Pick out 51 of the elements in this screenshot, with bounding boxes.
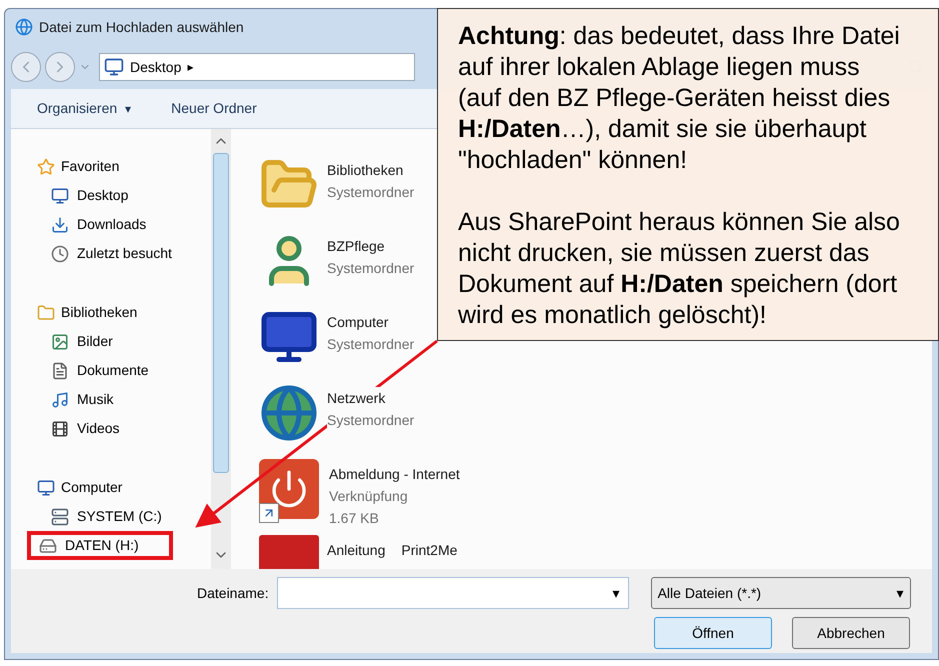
browser-logo-icon	[15, 18, 33, 36]
star-icon	[37, 158, 55, 176]
nav-group[interactable]: Computer	[37, 473, 211, 502]
nav-item[interactable]: SYSTEM (C:)	[37, 502, 211, 531]
dialog-button[interactable]: Öffnen	[654, 617, 772, 649]
back-button[interactable]	[11, 52, 41, 82]
file-detail: Systemordner	[327, 409, 414, 431]
nav-item[interactable]: Dokumente	[37, 356, 211, 385]
nav-item[interactable]: DATEN (H:)	[27, 531, 173, 560]
music-note-icon	[51, 390, 69, 408]
dialog-button[interactable]: Abbrechen	[792, 617, 910, 649]
monitor-icon	[104, 57, 124, 77]
file-name: Netzwerk	[327, 387, 386, 409]
drive-icon	[39, 536, 57, 554]
window-title: Datei zum Hochladen auswählen	[39, 18, 244, 36]
file-item[interactable]: Abmeldung - Internet Verknüpfung 1.67 KB	[259, 459, 460, 523]
download-icon	[51, 216, 69, 234]
nav-item[interactable]: Musik	[37, 385, 211, 414]
address-field[interactable]: Desktop ▸	[99, 53, 415, 81]
filetype-dropdown[interactable]: Alle Dateien (*.*) ▾	[650, 577, 911, 609]
file-item[interactable]: Computer Systemordner	[259, 307, 414, 371]
nav-item[interactable]: Desktop	[37, 181, 211, 210]
nav-scrollbar[interactable]	[211, 129, 231, 569]
file-item[interactable]: Netzwerk Systemordner	[259, 383, 414, 447]
filename-label: Dateiname:	[197, 584, 269, 602]
globe-icon	[259, 383, 319, 443]
computer-icon	[37, 478, 55, 496]
toolbar-button[interactable]: Neuer Ordner	[171, 98, 257, 119]
scrollbar-thumb[interactable]	[213, 153, 229, 473]
folder-icon	[37, 304, 55, 322]
film-icon	[51, 420, 69, 438]
clock-icon	[51, 244, 69, 262]
forward-button[interactable]	[45, 52, 75, 82]
monitor-icon	[51, 186, 69, 204]
nav-item[interactable]: Bilder	[37, 327, 211, 356]
nav-item[interactable]: Zuletzt besucht	[37, 239, 211, 268]
power-shortcut-icon	[259, 459, 321, 523]
drive-icon	[51, 508, 69, 526]
nav-group[interactable]: Favoriten	[37, 152, 211, 181]
breadcrumb-separator[interactable]: ▸	[187, 58, 194, 76]
file-item[interactable]: Bibliotheken Systemordner	[259, 155, 414, 219]
nav-item[interactable]: Downloads	[37, 210, 211, 239]
toolbar-button[interactable]: Organisieren ▾	[37, 98, 132, 119]
nav-group[interactable]: Bibliotheken	[37, 298, 211, 327]
nav-item[interactable]: Videos	[37, 414, 211, 443]
image-icon	[51, 332, 69, 350]
callout-text: Aus SharePoint heraus können Sie also nicht drucken, sie müssen zuerst das Dokument auf H:/Daten speichern (dort wird es monatlich gelöscht)!	[458, 207, 901, 331]
filename-field[interactable]: ▾	[276, 577, 629, 609]
file-item[interactable]: BZPflege Systemordner	[259, 231, 414, 295]
callout-text: Achtung: das bedeutet, dass Ihre Datei auf ihrer lokalen Ablage liegen muss (auf den BZ Pflege-Geräten heisst dies H:/Daten…), damit sie sie überhaupt "hochladen" können!	[458, 21, 901, 176]
address-location[interactable]: Desktop	[130, 56, 182, 78]
